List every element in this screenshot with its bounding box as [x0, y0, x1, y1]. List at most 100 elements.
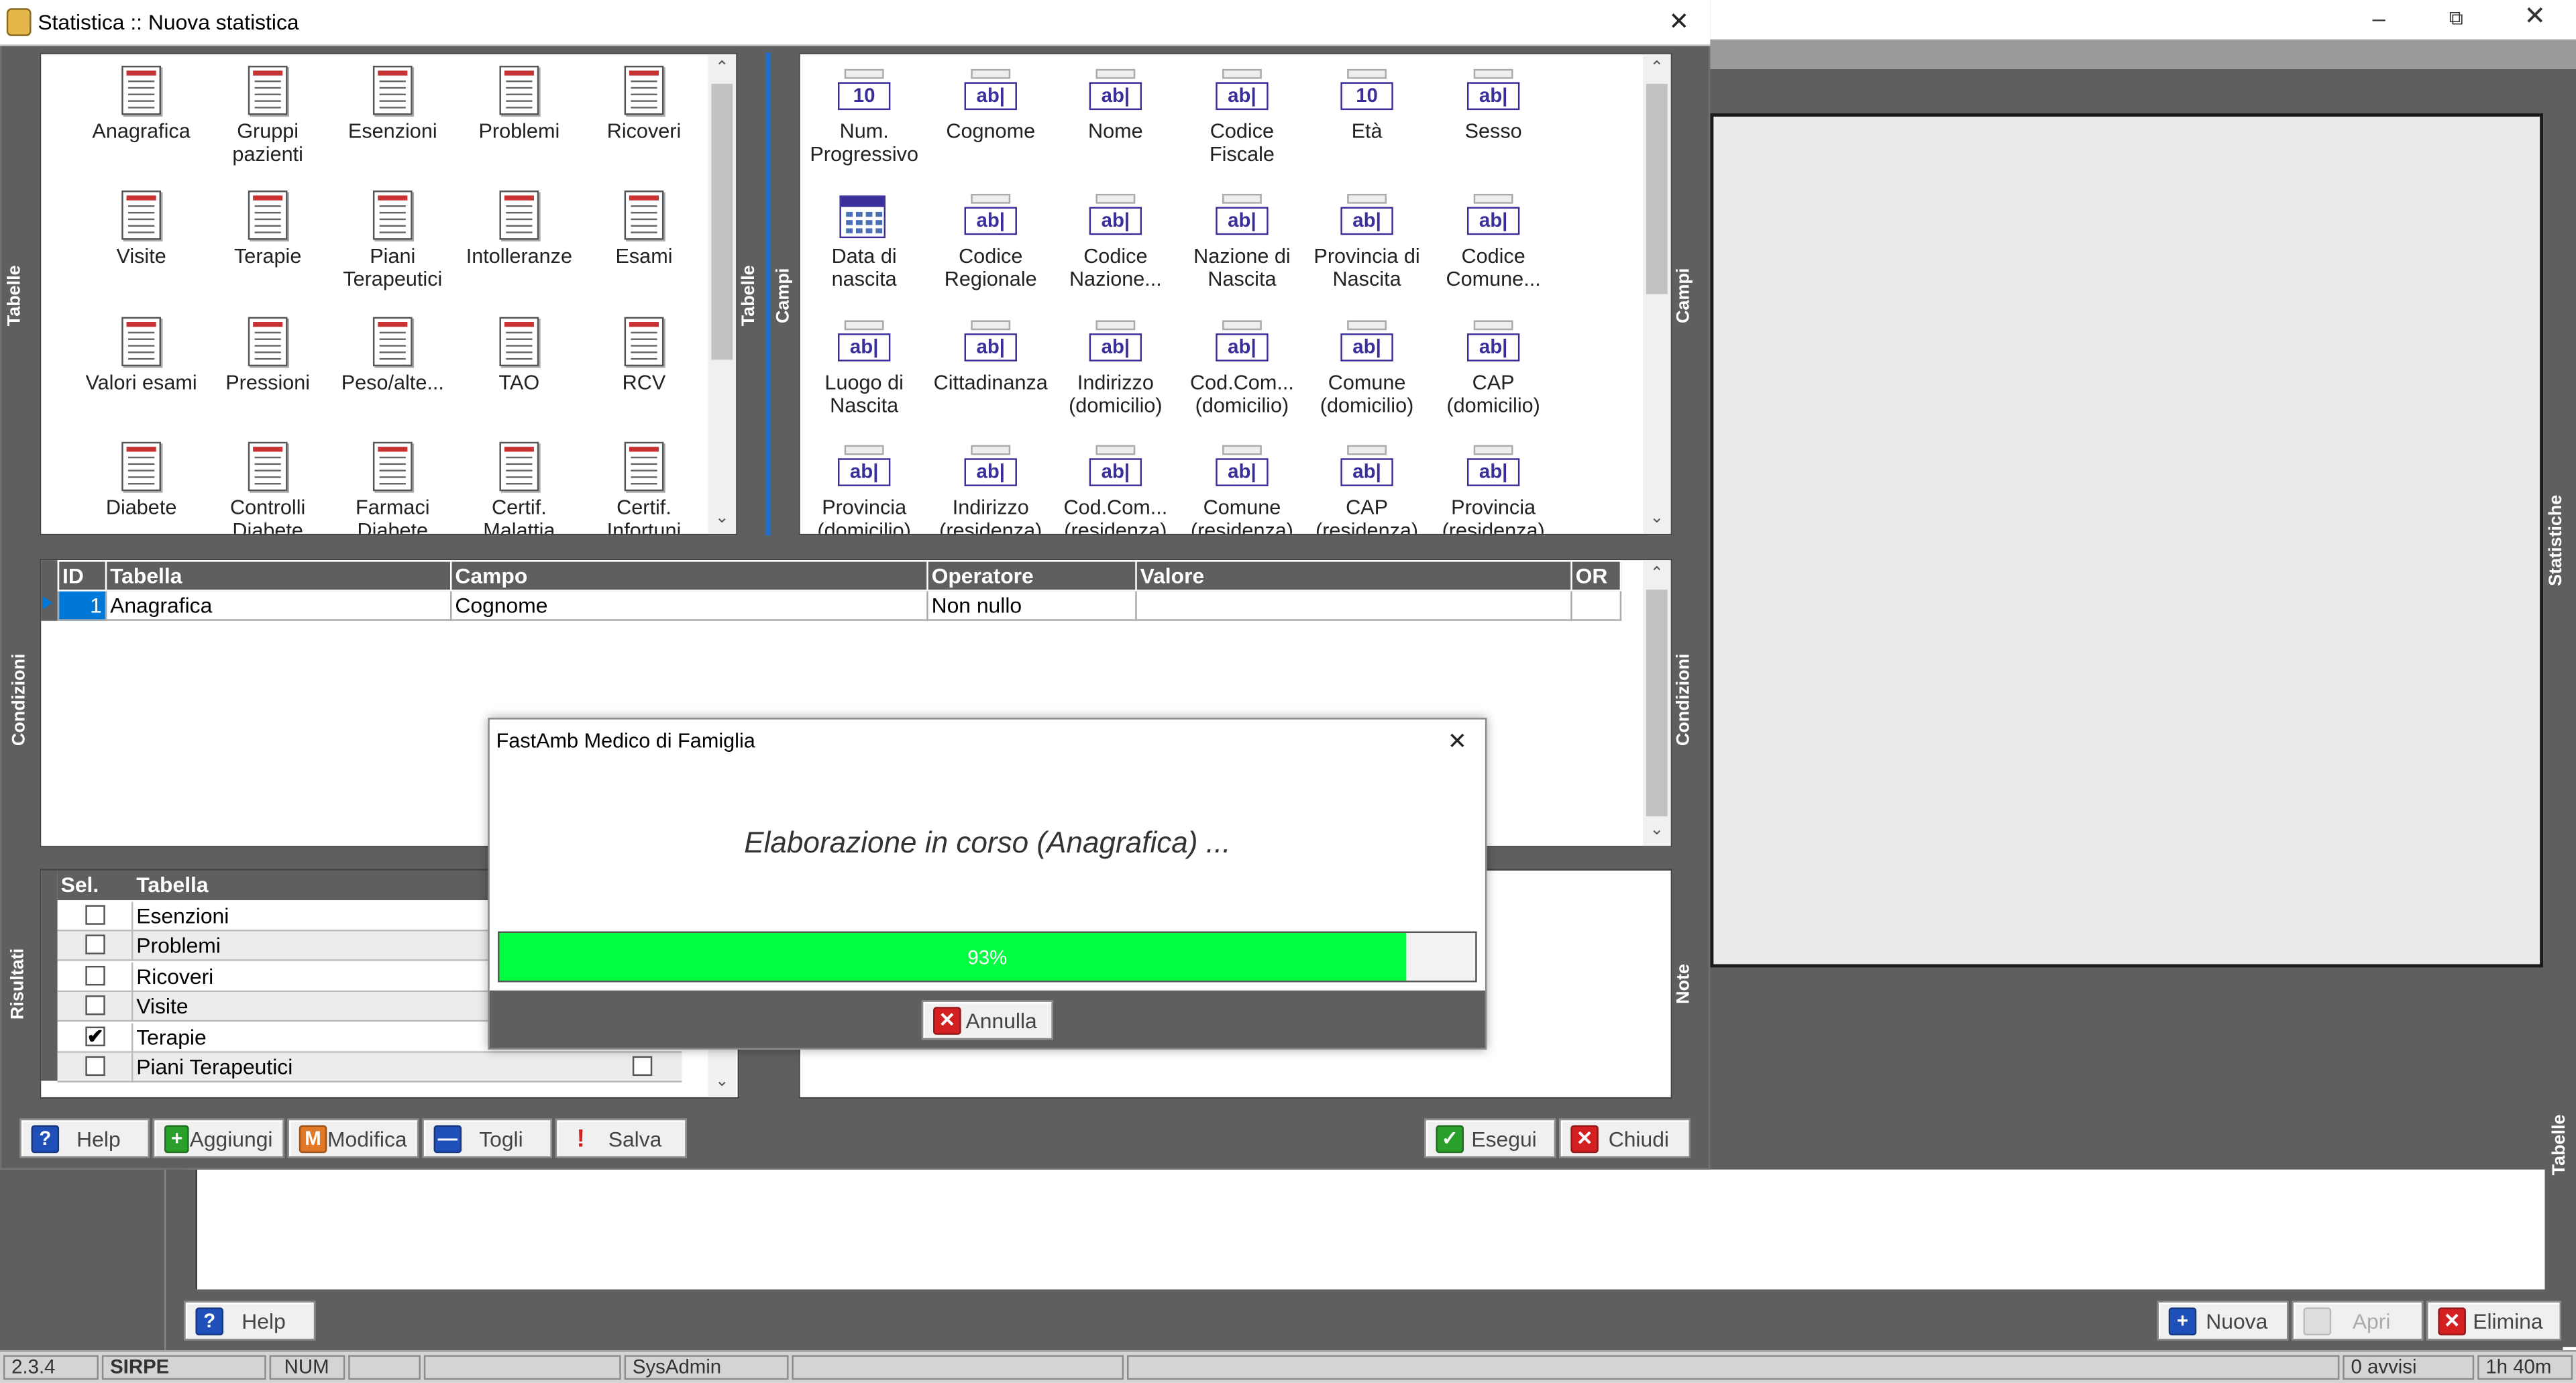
cell-tabella[interactable]: Anagrafica [105, 590, 452, 621]
select-checkbox[interactable]: ✔ [85, 1026, 105, 1046]
select-checkbox[interactable] [85, 965, 105, 985]
field-item-cognome[interactable]: ab| Cognome [928, 61, 1053, 186]
cell-valore[interactable] [1135, 590, 1572, 621]
chevron-up-icon[interactable]: ⌃ [1643, 58, 1671, 80]
main-close-button[interactable]: ✕ [2500, 0, 2569, 40]
help-button[interactable]: ? Help [19, 1118, 150, 1158]
field-item-cod-com-domicilio[interactable]: ab| Cod.Com... (domicilio) [1179, 312, 1304, 437]
cell-campo[interactable]: Cognome [450, 590, 928, 621]
col-operatore[interactable]: Operatore [926, 560, 1137, 592]
field-item-sesso[interactable]: ab| Sesso [1431, 61, 1556, 186]
extra-checkbox[interactable] [632, 1056, 653, 1076]
table-item-certif-infortuni[interactable]: Certif. Infortuni [582, 437, 706, 534]
field-item-nome[interactable]: ab| Nome [1053, 61, 1178, 186]
table-item-ricoveri[interactable]: Ricoveri [582, 61, 706, 186]
aggiungi-button[interactable]: + Aggiungi [152, 1118, 284, 1158]
select-checkbox[interactable] [85, 1056, 105, 1076]
chevron-down-icon[interactable]: ⌄ [1643, 508, 1671, 531]
select-checkbox[interactable] [85, 905, 105, 925]
field-item-provincia-di-nascita[interactable]: ab| Provincia di Nascita [1305, 186, 1430, 311]
field-item-data-di-nascita[interactable]: Data di nascita [802, 186, 926, 311]
chevron-down-icon[interactable]: ⌄ [708, 1071, 737, 1094]
minimize-button[interactable]: – [2346, 0, 2412, 40]
field-item-cod-com-residenza[interactable]: ab| Cod.Com... (residenza) [1053, 437, 1178, 534]
elimina-button[interactable]: ✕ Elimina [2426, 1301, 2561, 1341]
field-item-provincia-domicilio[interactable]: ab| Provincia (domicilio) [802, 437, 926, 534]
chevron-up-icon[interactable]: ⌃ [1643, 563, 1671, 586]
togli-button[interactable]: — Togli [422, 1118, 552, 1158]
apri-button[interactable]: Apri [2292, 1301, 2424, 1341]
field-item-cap-residenza[interactable]: ab| CAP (residenza) [1305, 437, 1430, 534]
field-item-provincia-residenza[interactable]: ab| Provincia (residenza) [1431, 437, 1556, 534]
table-item-anagrafica[interactable]: Anagrafica [79, 61, 204, 186]
table-item-piani-terapeutici[interactable]: Piani Terapeutici [330, 186, 455, 311]
table-item-peso-alte[interactable]: Peso/alte... [330, 312, 455, 437]
field-item-cap-domicilio[interactable]: ab| CAP (domicilio) [1431, 312, 1556, 437]
table-item-valori-esami[interactable]: Valori esami [79, 312, 204, 437]
table-item-esenzioni[interactable]: Esenzioni [330, 61, 455, 186]
fields-scroll-thumb[interactable] [1646, 83, 1668, 294]
statistica-close-button[interactable]: ✕ [1659, 5, 1699, 41]
col-or[interactable]: OR [1570, 560, 1622, 592]
add-icon: + [164, 1124, 190, 1152]
tables-scroll-thumb[interactable] [711, 83, 733, 360]
col-campo[interactable]: Campo [450, 560, 928, 592]
table-item-controlli-diabete[interactable]: Controlli Diabete [205, 437, 330, 534]
table-item-esami[interactable]: Esami [582, 186, 706, 311]
field-item-indirizzo-domicilio[interactable]: ab| Indirizzo (domicilio) [1053, 312, 1178, 437]
esegui-button[interactable]: ✓ Esegui [1424, 1118, 1556, 1158]
modifica-button[interactable]: M Modifica [287, 1118, 419, 1158]
field-item-cittadinanza[interactable]: ab| Cittadinanza [928, 312, 1053, 437]
field-item-codice-regionale[interactable]: ab| Codice Regionale [928, 186, 1053, 311]
table-item-visite[interactable]: Visite [79, 186, 204, 311]
table-item-terapie[interactable]: Terapie [205, 186, 330, 311]
table-item-rcv[interactable]: RCV [582, 312, 706, 437]
main-text-area [195, 1169, 2545, 1290]
results-col-tabella[interactable]: Tabella [136, 872, 208, 897]
select-checkbox[interactable] [85, 935, 105, 955]
results-col-sel[interactable]: Sel. [61, 872, 99, 897]
cell-or[interactable] [1570, 590, 1622, 621]
table-item-tao[interactable]: TAO [457, 312, 582, 437]
field-item-et[interactable]: 10 Età [1305, 61, 1430, 186]
results-row[interactable]: Piani Terapeutici [57, 1052, 682, 1083]
panel-splitter[interactable] [765, 52, 771, 536]
table-item-intolleranze[interactable]: Intolleranze [457, 186, 582, 311]
field-item-codice-fiscale[interactable]: ab| Codice Fiscale [1179, 61, 1304, 186]
restore-button[interactable]: ⧉ [2422, 0, 2491, 40]
fields-scrollbar[interactable]: ⌃ ⌄ [1643, 54, 1671, 534]
field-item-comune-residenza[interactable]: ab| Comune (residenza) [1179, 437, 1304, 534]
chiudi-button[interactable]: ✕ Chiudi [1559, 1118, 1691, 1158]
col-tabella[interactable]: Tabella [105, 560, 452, 592]
cell-operatore[interactable]: Non nullo [926, 590, 1137, 621]
table-item-pressioni[interactable]: Pressioni [205, 312, 330, 437]
field-item-num-progressivo[interactable]: 10 Num. Progressivo [802, 61, 926, 186]
table-item-farmaci-diabete[interactable]: Farmaci Diabete [330, 437, 455, 534]
nuova-button[interactable]: + Nuova [2157, 1301, 2289, 1341]
field-item-comune-domicilio[interactable]: ab| Comune (domicilio) [1305, 312, 1430, 437]
conditions-scroll-thumb[interactable] [1646, 590, 1668, 817]
col-valore[interactable]: Valore [1135, 560, 1572, 592]
tables-scrollbar[interactable]: ⌃ ⌄ [708, 54, 737, 534]
field-item-indirizzo-residenza[interactable]: ab| Indirizzo (residenza) [928, 437, 1053, 534]
cell-id[interactable]: 1 [57, 590, 107, 621]
table-item-gruppi-pazienti[interactable]: Gruppi pazienti [205, 61, 330, 186]
table-row[interactable]: 1 Anagrafica Cognome Non nullo [57, 590, 1622, 621]
chevron-up-icon[interactable]: ⌃ [708, 58, 737, 80]
table-item-certif-malattia[interactable]: Certif. Malattia [457, 437, 582, 534]
annulla-button[interactable]: ✕ Annulla [921, 1000, 1053, 1040]
salva-button[interactable]: ! Salva [555, 1118, 687, 1158]
select-checkbox[interactable] [85, 995, 105, 1015]
main-help-button[interactable]: ? Help [184, 1301, 316, 1341]
table-item-diabete[interactable]: Diabete [79, 437, 204, 533]
dialog-close-button[interactable]: ✕ [1439, 724, 1475, 757]
conditions-scrollbar[interactable]: ⌃ ⌄ [1643, 560, 1671, 846]
field-item-luogo-di-nascita[interactable]: ab| Luogo di Nascita [802, 312, 926, 437]
field-item-codice-comune[interactable]: ab| Codice Comune... [1431, 186, 1556, 311]
chevron-down-icon[interactable]: ⌄ [708, 508, 737, 531]
field-item-codice-nazione[interactable]: ab| Codice Nazione... [1053, 186, 1178, 311]
col-id[interactable]: ID [57, 560, 107, 592]
field-item-nazione-di-nascita[interactable]: ab| Nazione di Nascita [1179, 186, 1304, 311]
chevron-down-icon[interactable]: ⌄ [1643, 820, 1671, 842]
table-item-problemi[interactable]: Problemi [457, 61, 582, 186]
